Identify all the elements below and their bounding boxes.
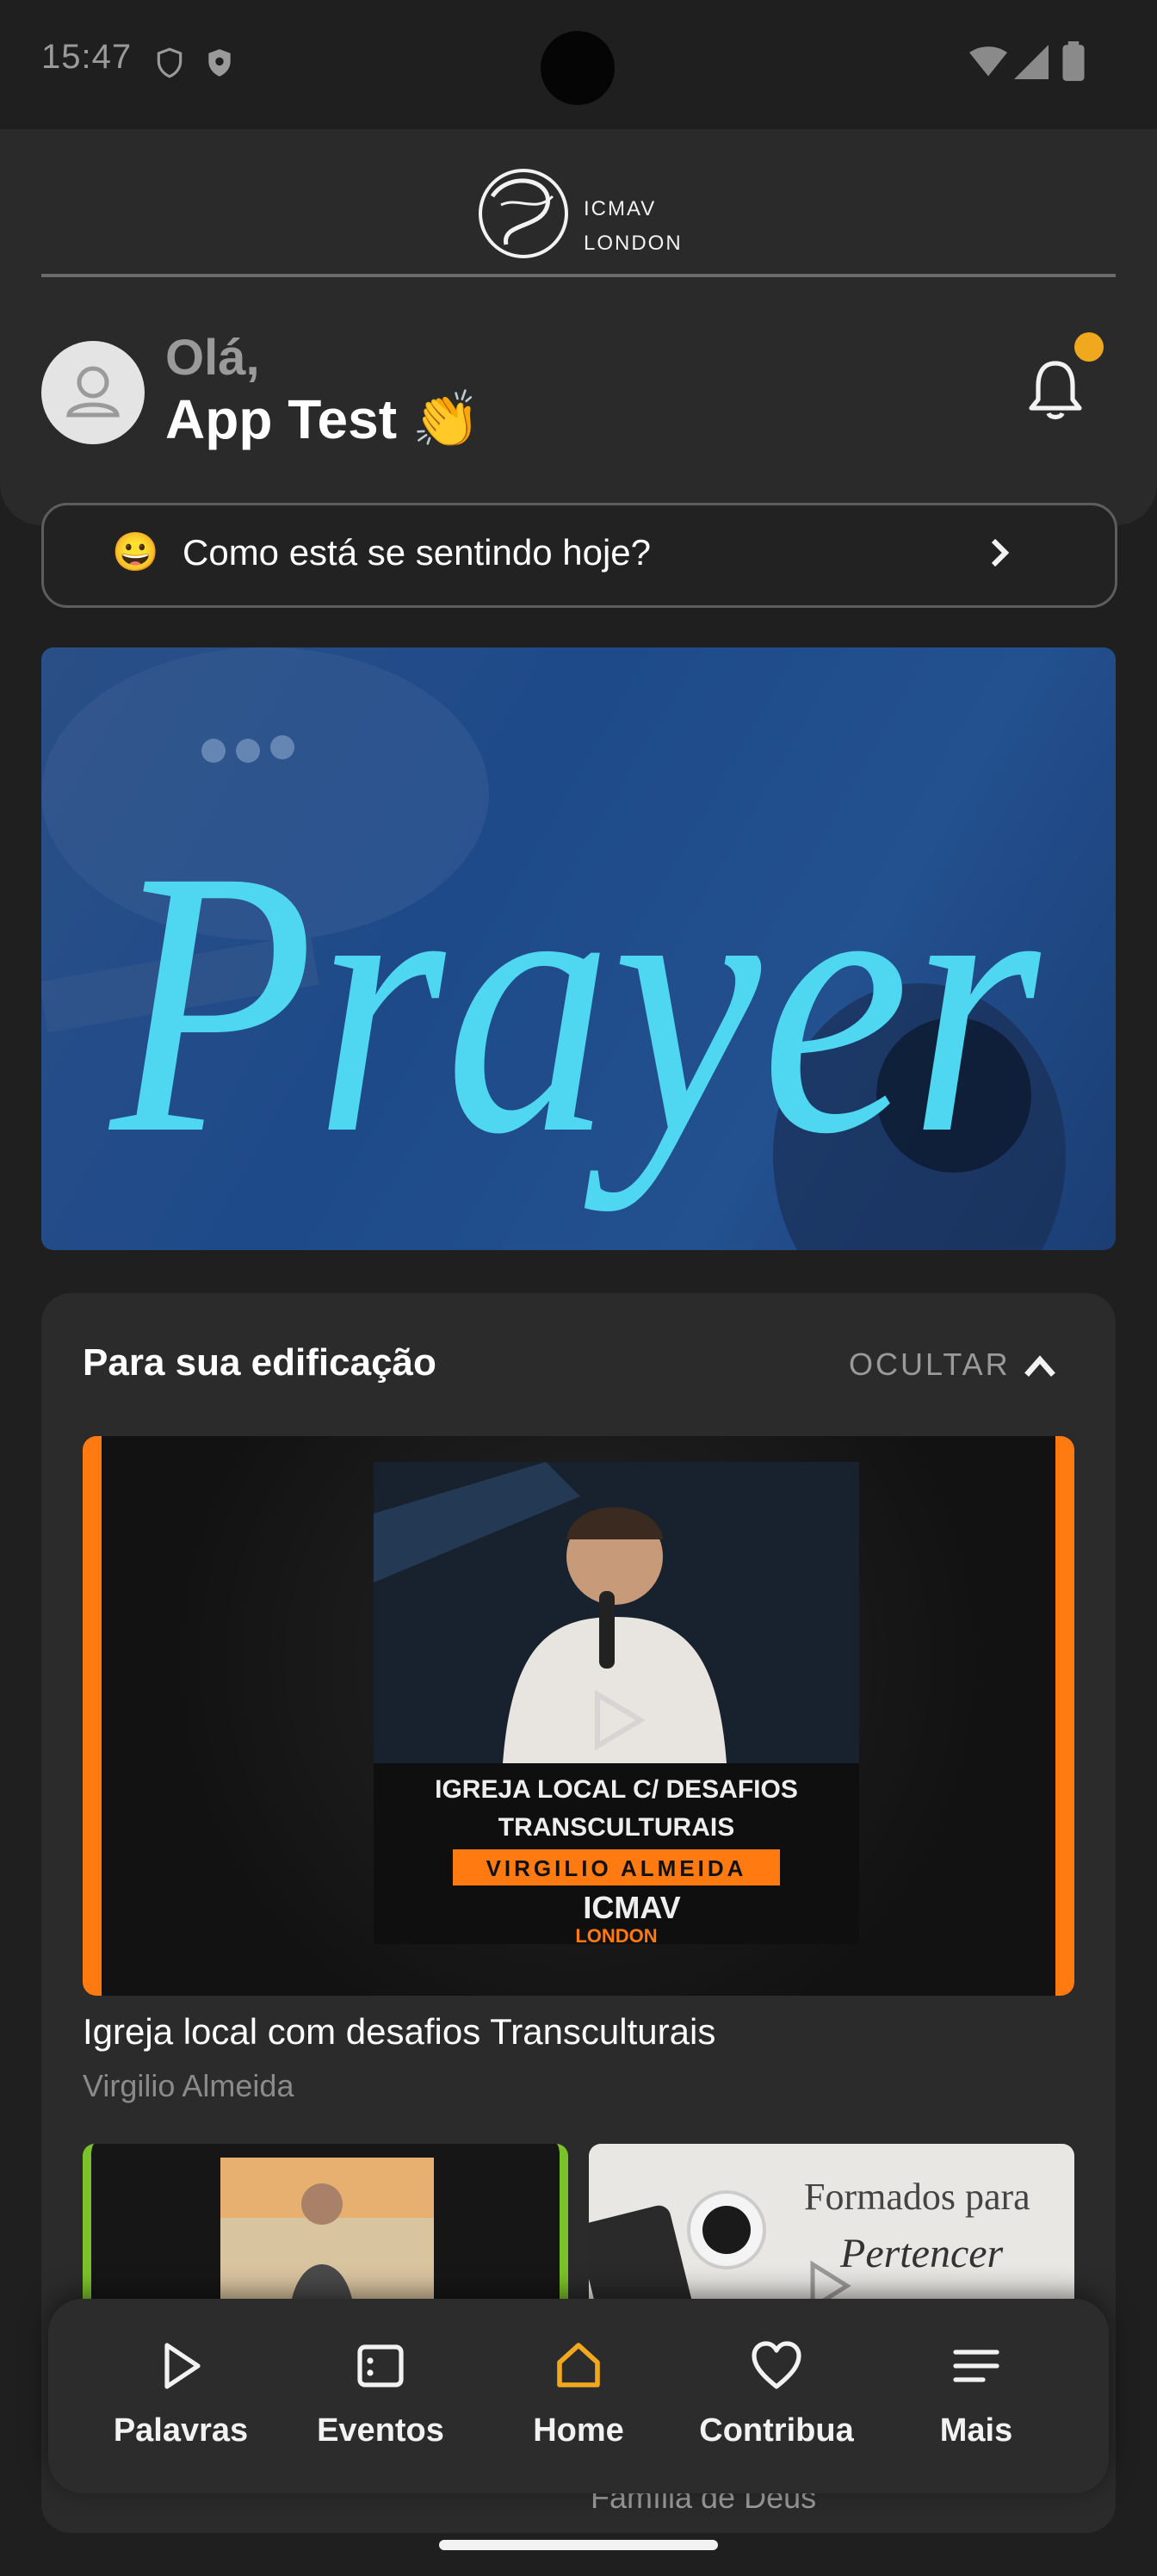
- wifi-icon: [969, 46, 1007, 77]
- greeting-hello: Olá,: [165, 330, 260, 386]
- poster-title-line2: TRANSCULTURAIS: [498, 1813, 734, 1842]
- logo-line1: ICMAV: [584, 197, 656, 220]
- nav-label: Mais: [939, 2412, 1013, 2449]
- video-border-right: [1055, 1436, 1074, 1996]
- poster-brand: ICMAV: [583, 1890, 680, 1925]
- video-poster: IGREJA LOCAL C/ DESAFIOS TRANSCULTURAIS …: [374, 1462, 859, 1944]
- nav-item-contribua[interactable]: Contribua: [682, 2338, 871, 2476]
- bell-icon[interactable]: [1021, 355, 1090, 424]
- gesture-home-bar[interactable]: [439, 2540, 718, 2550]
- chevron-up-icon[interactable]: [1021, 1348, 1059, 1386]
- nav-label: Home: [533, 2412, 624, 2449]
- poster-brand-sub: LONDON: [575, 1925, 657, 1944]
- thumbnail-1-image: [91, 2144, 560, 2316]
- hide-section-button[interactable]: OCULTAR: [849, 1347, 1011, 1383]
- poster-speaker: VIRGILIO ALMEIDA: [486, 1855, 747, 1881]
- nav-item-home[interactable]: Home: [484, 2338, 673, 2476]
- status-bar: 15:47: [0, 0, 1157, 129]
- header-divider: [41, 274, 1116, 277]
- banner-word: Prayer: [105, 793, 1046, 1212]
- nav-label: Eventos: [317, 2412, 444, 2449]
- video-author: Virgilio Almeida: [83, 2068, 294, 2103]
- nav-item-eventos[interactable]: Eventos: [286, 2338, 475, 2476]
- featured-video[interactable]: IGREJA LOCAL C/ DESAFIOS TRANSCULTURAIS …: [83, 1436, 1074, 1996]
- nav-label: Palavras: [113, 2412, 249, 2449]
- video-thumbnail-1[interactable]: [83, 2144, 568, 2316]
- thumbnail-2-line1: Formados para: [804, 2176, 1030, 2218]
- greeting-name: App Test 👏: [165, 388, 481, 450]
- user-icon: [66, 366, 120, 418]
- prayer-banner[interactable]: Prayer: [41, 647, 1116, 1250]
- status-time: 15:47: [41, 38, 133, 76]
- logo-line2: LONDON: [584, 232, 682, 255]
- security-shield-icon: [208, 49, 231, 77]
- nav-label: Contribua: [699, 2412, 854, 2449]
- menu-icon: [953, 2350, 999, 2382]
- mood-prompt-text: Como está se sentindo hoje?: [183, 532, 652, 573]
- camera-cutout: [541, 31, 615, 105]
- video-title[interactable]: Igreja local com desafios Transculturais: [83, 2011, 715, 2053]
- battery-icon: [1062, 41, 1085, 81]
- section-title: Para sua edificação: [83, 1341, 436, 1384]
- thumbnail-2-line2: Pertencer: [840, 2231, 1004, 2276]
- church-logo: ICMAV LONDON: [479, 169, 682, 258]
- home-icon: [557, 2343, 600, 2387]
- smile-emoji-icon: 😀: [112, 531, 159, 573]
- video-border-left: [83, 1436, 102, 1996]
- calendar-icon: [357, 2344, 404, 2387]
- video-background: IGREJA LOCAL C/ DESAFIOS TRANSCULTURAIS …: [102, 1436, 1055, 1996]
- nav-item-mais[interactable]: Mais: [882, 2338, 1071, 2476]
- play-icon: [164, 2343, 201, 2389]
- shield-outline-icon: [157, 47, 183, 78]
- video-thumbnail-2[interactable]: Formados para Pertencer: [589, 2144, 1074, 2316]
- avatar[interactable]: [41, 341, 145, 444]
- poster-title-line1: IGREJA LOCAL C/ DESAFIOS: [435, 1775, 798, 1804]
- chevron-right-icon: [991, 538, 1010, 567]
- notification-badge: [1074, 332, 1104, 362]
- heart-icon: [752, 2341, 801, 2389]
- nav-item-palavras[interactable]: Palavras: [86, 2338, 275, 2476]
- banner-word-art: Prayer: [105, 793, 1046, 1212]
- signal-icon: [1014, 45, 1049, 79]
